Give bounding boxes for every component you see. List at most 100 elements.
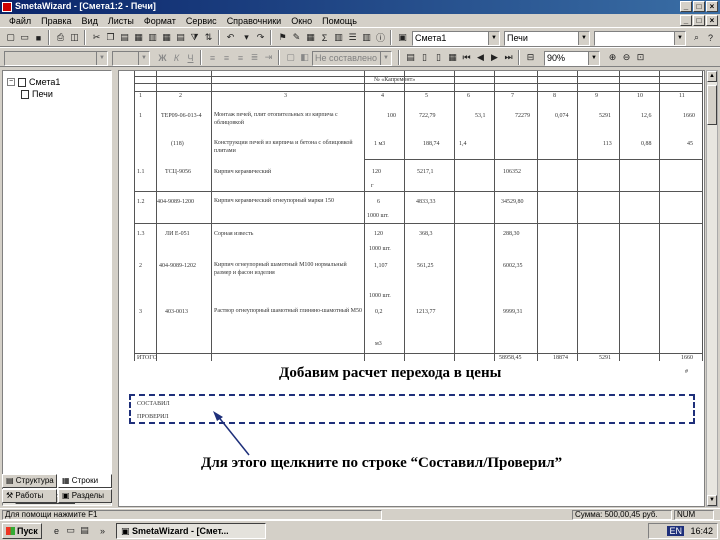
smeta-select[interactable]: Смета1 ▼: [412, 31, 500, 46]
prev-page-icon[interactable]: ◀: [474, 51, 487, 64]
doc-minimize-button[interactable]: _: [680, 15, 692, 26]
menu-file[interactable]: Файл: [4, 16, 36, 26]
justify-icon[interactable]: ≣: [248, 51, 261, 64]
table-icon[interactable]: ▤: [174, 31, 187, 44]
scroll-thumb[interactable]: [707, 85, 717, 125]
clock[interactable]: 16:42: [690, 526, 713, 536]
filter-icon[interactable]: ⧩: [188, 31, 201, 44]
info-icon[interactable]: ⓘ: [374, 31, 387, 44]
insert-row-icon[interactable]: ▦: [132, 31, 145, 44]
dropdown-arrow-icon[interactable]: ▾: [240, 31, 253, 44]
new-document-icon[interactable]: ▢: [4, 31, 17, 44]
page-icon[interactable]: ▯: [418, 51, 431, 64]
undo-icon[interactable]: ↶: [224, 31, 237, 44]
bookmark-icon[interactable]: ⚑: [276, 31, 289, 44]
font-select[interactable]: ▼: [4, 51, 108, 66]
sum-icon[interactable]: Σ: [318, 31, 331, 44]
chart-icon[interactable]: ▥: [332, 31, 345, 44]
document-preview[interactable]: № «Капремонт» 1 2 3 4 5 6 7 8 9 10 11 1 …: [118, 70, 705, 507]
align-center-icon[interactable]: ≡: [220, 51, 233, 64]
sheet-icon[interactable]: ▣: [396, 31, 409, 44]
list-icon[interactable]: ☰: [346, 31, 359, 44]
page-width-icon[interactable]: ⊟: [524, 51, 537, 64]
scroll-down-icon[interactable]: ▼: [707, 495, 717, 506]
last-page-icon[interactable]: ⏭: [502, 51, 515, 64]
multi-page-icon[interactable]: ▦: [446, 51, 459, 64]
underline-icon[interactable]: Ч: [184, 51, 197, 64]
open-folder-icon[interactable]: ▭: [18, 31, 31, 44]
tree-node-section[interactable]: Печи: [21, 89, 53, 99]
calc-icon[interactable]: ▦: [304, 31, 317, 44]
redo-icon[interactable]: ↷: [254, 31, 267, 44]
italic-icon[interactable]: К: [170, 51, 183, 64]
zoom-out-icon[interactable]: ⊖: [620, 51, 633, 64]
taskbar-app-smetawizard[interactable]: ▣ SmetaWizard - [Смет...: [116, 523, 266, 539]
fill-icon[interactable]: ◧: [298, 51, 311, 64]
structure-tree[interactable]: − Смета1 Печи: [2, 70, 112, 506]
chevron-down-icon[interactable]: ▼: [488, 32, 499, 45]
zoom-in-icon[interactable]: ⊕: [606, 51, 619, 64]
tab-structure[interactable]: ▤ Структура: [2, 474, 57, 488]
bold-icon[interactable]: Ж: [156, 51, 169, 64]
ie-icon[interactable]: e: [50, 524, 63, 537]
border-icon[interactable]: ▢: [284, 51, 297, 64]
filter-select[interactable]: ▼: [594, 31, 686, 46]
chevron-down-icon[interactable]: ▼: [674, 32, 685, 45]
quicklaunch-more-icon[interactable]: »: [96, 524, 109, 537]
sort-icon[interactable]: ⇅: [202, 31, 215, 44]
cut-icon[interactable]: ✂: [90, 31, 103, 44]
menu-window[interactable]: Окно: [286, 16, 317, 26]
minimize-button[interactable]: _: [680, 1, 692, 12]
columns-icon[interactable]: ▥: [360, 31, 373, 44]
signature-checked[interactable]: ПРОВЕРИЛ: [137, 414, 168, 420]
menu-sheets[interactable]: Листы: [103, 16, 139, 26]
indent-icon[interactable]: ⇥: [262, 51, 275, 64]
chevron-down-icon[interactable]: ▼: [96, 52, 107, 65]
menu-format[interactable]: Формат: [139, 16, 181, 26]
explorer-icon[interactable]: ▤: [78, 524, 91, 537]
copy-icon[interactable]: ❐: [104, 31, 117, 44]
first-page-icon[interactable]: ⏮: [460, 51, 473, 64]
collapse-icon[interactable]: −: [7, 78, 15, 86]
doc-restore-button[interactable]: □: [693, 15, 705, 26]
delete-row-icon[interactable]: ▥: [146, 31, 159, 44]
page-setup-icon[interactable]: ▤: [404, 51, 417, 64]
maximize-button[interactable]: □: [693, 1, 705, 12]
tree-node-smeta[interactable]: − Смета1: [7, 77, 60, 87]
title-bar[interactable]: SmetaWizard - [Смета1:2 - Печи] _ □ ×: [0, 0, 720, 14]
scroll-up-icon[interactable]: ▲: [707, 71, 717, 82]
section-select[interactable]: Печи ▼: [504, 31, 590, 46]
save-icon[interactable]: ■: [32, 31, 45, 44]
tab-works[interactable]: ⚒ Работы: [2, 489, 57, 503]
desktop-icon[interactable]: ▭: [64, 524, 77, 537]
pencil-icon[interactable]: ✎: [290, 31, 303, 44]
menu-edit[interactable]: Правка: [36, 16, 76, 26]
paste-icon[interactable]: ▤: [118, 31, 131, 44]
style-select[interactable]: Не составлено в ... ▼: [312, 51, 392, 66]
menu-view[interactable]: Вид: [77, 16, 103, 26]
grid-icon[interactable]: ▦: [160, 31, 173, 44]
tab-sections[interactable]: ▣ Разделы: [58, 489, 112, 503]
chevron-down-icon[interactable]: ▼: [588, 52, 599, 65]
language-indicator[interactable]: EN: [667, 526, 684, 536]
align-left-icon[interactable]: ≡: [206, 51, 219, 64]
help-icon[interactable]: ?: [704, 31, 717, 44]
app-icon[interactable]: [2, 2, 12, 12]
zoom-select[interactable]: 90% ▼: [544, 51, 600, 66]
size-select[interactable]: ▼: [112, 51, 150, 66]
start-button[interactable]: Пуск: [2, 523, 42, 539]
next-page-icon[interactable]: ▶: [488, 51, 501, 64]
print-icon[interactable]: ⎙: [54, 31, 67, 44]
chevron-down-icon[interactable]: ▼: [578, 32, 589, 45]
tab-rows[interactable]: ▦ Строки: [58, 474, 112, 488]
menu-help[interactable]: Помощь: [317, 16, 362, 26]
chevron-down-icon[interactable]: ▼: [380, 52, 391, 65]
find-icon[interactable]: ⌕: [690, 31, 703, 44]
menu-references[interactable]: Справочники: [222, 16, 287, 26]
align-right-icon[interactable]: ≡: [234, 51, 247, 64]
signature-composed[interactable]: СОСТАВИЛ: [137, 401, 170, 407]
menu-service[interactable]: Сервис: [181, 16, 222, 26]
close-button[interactable]: ×: [706, 1, 718, 12]
doc-close-button[interactable]: ×: [706, 15, 718, 26]
two-pages-icon[interactable]: ▯: [432, 51, 445, 64]
